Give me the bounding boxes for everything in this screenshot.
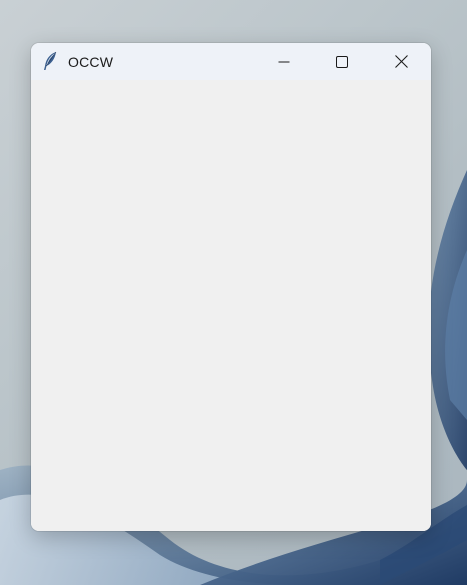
- title-bar[interactable]: OCCW: [31, 43, 431, 80]
- minimize-button[interactable]: [255, 43, 313, 80]
- desktop: OCCW: [0, 0, 467, 585]
- close-button[interactable]: [371, 43, 431, 80]
- feather-icon: [41, 51, 59, 71]
- window-title: OCCW: [68, 54, 114, 70]
- close-icon: [394, 55, 408, 68]
- minimize-icon: [278, 56, 290, 68]
- maximize-icon: [336, 55, 348, 68]
- app-window: OCCW: [31, 43, 431, 531]
- window-client-area: [31, 80, 431, 531]
- maximize-button[interactable]: [313, 43, 371, 80]
